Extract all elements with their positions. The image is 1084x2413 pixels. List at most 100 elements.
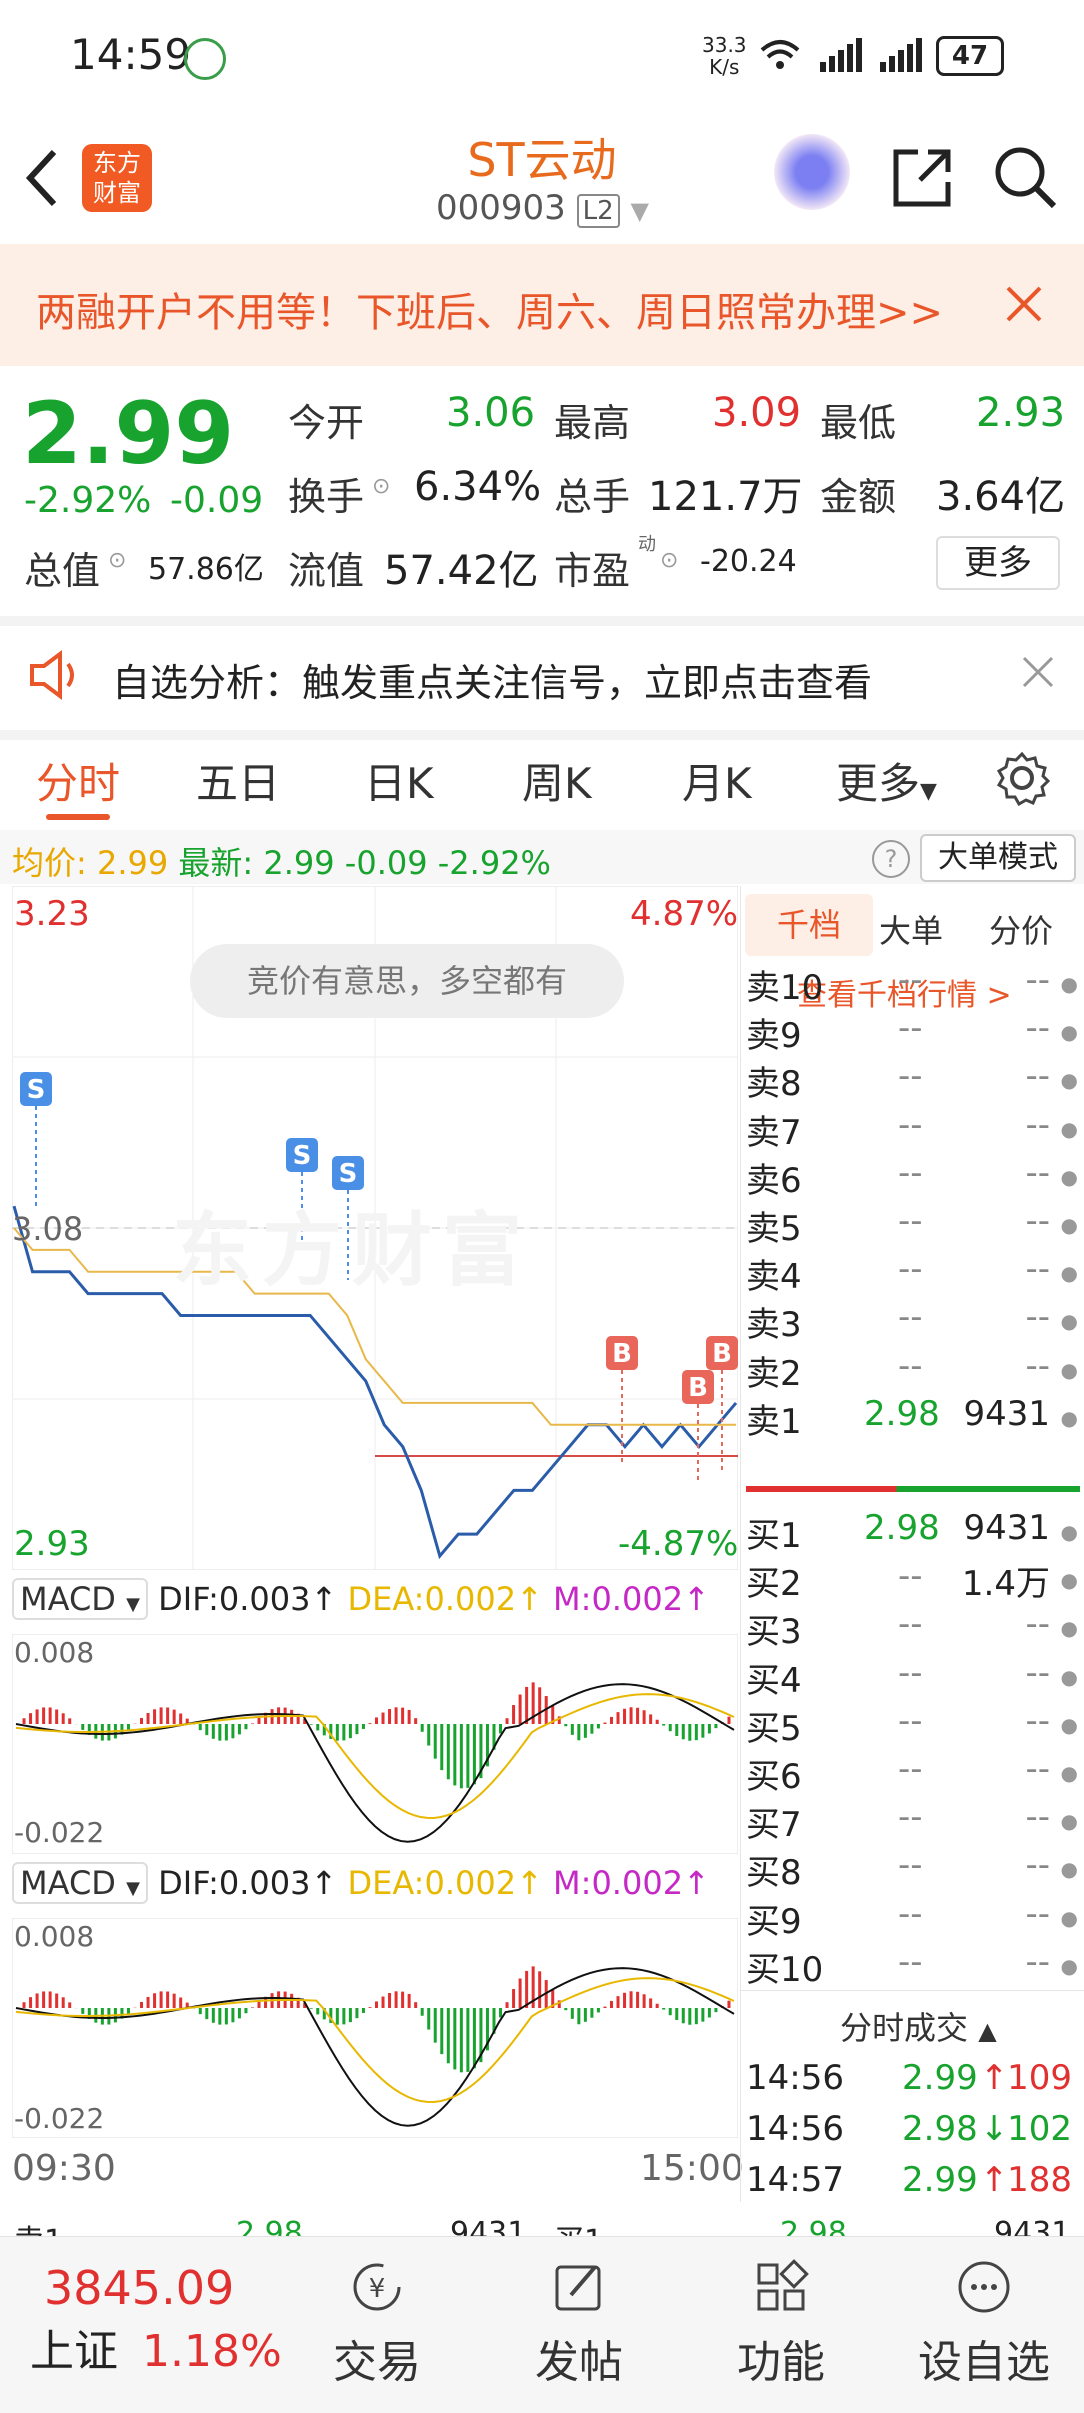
tab-big-orders[interactable]: 大单 [879,906,943,952]
time-end-label: 15:00 [640,2148,744,2189]
macd-bar [636,1708,639,1724]
add-watchlist-button[interactable]: 设自选 [914,2259,1054,2390]
tab-monthly-k[interactable]: 月K [682,750,752,811]
macd-bar [656,2004,659,2008]
close-icon[interactable] [1004,284,1044,324]
macd-bar [682,1724,685,1739]
macd-bar [349,2008,352,2022]
watermark: 东方财富 [172,1186,532,1302]
close-icon[interactable] [1022,656,1054,688]
assistant-robot-icon[interactable] [774,134,850,210]
gear-icon[interactable] [994,750,1050,806]
info-icon[interactable]: ⊙ [660,548,678,573]
info-icon[interactable]: ⊙ [372,474,390,499]
info-icon[interactable]: ⊙ [108,548,126,573]
macd-bar [603,1723,606,1724]
stock-code[interactable]: 000903 L2 ▼ [436,188,649,228]
index-pct: 1.18% [142,2326,282,2377]
tab-five-day[interactable]: 五日 [196,750,280,811]
macd-bar [453,2008,456,2069]
battery-icon: 47 [936,36,1004,76]
view-thousand-levels-link[interactable]: 查看千档行情 > [797,970,1012,1014]
macd-bar [205,1724,208,1735]
post-button[interactable]: 发帖 [524,2259,634,2390]
price-legend: 均价: 2.99 最新: 2.99 -0.09 -2.92% ? 大单模式 [0,830,1084,884]
macd-bar [434,2008,437,2043]
macd-bar [153,1993,156,2008]
macd-bar [597,1724,600,1728]
trades-panel: 分时成交 ▲ [740,1990,1084,2211]
macd-bar [701,2008,704,2022]
promo-banner[interactable]: 两融开户不用等！下班后、周六、周日照常办理>> [0,244,1084,366]
share-icon[interactable] [890,146,954,210]
macd-bar [42,1707,45,1724]
macd-bar [512,1705,515,1724]
tab-price-distribution[interactable]: 分价 [989,906,1053,952]
macd-selector[interactable]: MACD ▼ [12,1862,148,1904]
trades-title[interactable]: 分时成交 ▲ [840,2003,997,2049]
search-icon[interactable] [992,144,1058,210]
macd-bar [662,1724,665,1726]
ticker-sell1-vol: 9431 [450,2216,526,2238]
macd-bar [447,2008,450,2063]
macd-bar [669,2008,672,2015]
help-icon[interactable]: ? [872,840,910,878]
macd-bar [349,1724,352,1738]
macd-bar [62,1997,65,2008]
macd-bar [421,1724,424,1732]
ticker-buy1-label: 买1 [554,2216,603,2238]
macd-bar [258,1718,261,1724]
svg-text:¥: ¥ [369,2274,386,2304]
macd-bar [49,1991,52,2008]
latest-change: -0.09 [345,844,428,882]
tab-weekly-k[interactable]: 周K [522,750,592,811]
auction-bubble[interactable]: 竞价有意思，多空都有 [190,944,624,1018]
macd-bar [538,1971,541,2008]
intraday-chart[interactable]: SSSBBB 东方财富 3.23 4.87% 3.08 2.93 -4.87% … [12,886,738,1570]
ticker-strip: 卖1 2.98 9431 买1 2.98 9431 [0,2208,1084,2238]
macd-bar [36,1709,39,1724]
macd-bar [727,1717,730,1724]
trade-button[interactable]: ¥ 交易 [322,2259,432,2390]
bottom-toolbar: 3845.09 上证 1.18% ¥ 交易 发帖 功能 设自选 [0,2236,1084,2413]
macd-bar [564,2008,567,2010]
macd-bottom-label: -0.022 [14,2102,104,2135]
macd-bar [506,2002,509,2008]
macd-bar [636,1992,639,2008]
macd-bar [466,2008,469,2072]
big-order-mode-button[interactable]: 大单模式 [920,834,1076,882]
tab-daily-k[interactable]: 日K [364,750,434,811]
macd-bar [453,1724,456,1785]
macd-bar [603,2007,606,2008]
tab-timeshare[interactable]: 分时 [36,750,120,811]
time-start-label: 09:30 [12,2148,116,2189]
top-header: 东方财富 ST云动 000903 L2 ▼ [0,110,1084,245]
quote-panel: 2.99 -2.92% -0.09 今开 3.06 最高 3.09 最低 2.9… [0,366,1084,616]
macd-bar [643,1710,646,1724]
macd-bar [342,1724,345,1740]
macd-bar [388,1709,391,1724]
status-time: 14:59 [70,30,191,79]
macd-bar [499,2008,502,2017]
macd-bar [590,2008,593,2018]
tab-more[interactable]: 更多▼ [836,750,937,811]
macd-bar [408,1994,411,2008]
macd-bar [251,1723,254,1724]
macd-bar [427,1724,430,1746]
mktcap-value: 57.86亿 [148,544,264,588]
index-widget[interactable]: 3845.09 上证 1.18% [30,2261,282,2379]
mktcap-label: 总值 [24,540,100,595]
macd-bar [590,1724,593,1734]
tab-thousand-levels[interactable]: 千档 [745,894,873,956]
macd-bar [166,1992,169,2008]
macd-bar [473,2008,476,2068]
macd-bar [512,1989,515,2008]
macd-bar [173,1994,176,2008]
app-status-icon [184,38,226,80]
macd-bar [81,2008,84,2014]
analysis-notice[interactable]: 自选分析：触发重点关注信号，立即点击查看 [0,616,1084,740]
more-button[interactable]: 更多 [936,536,1060,590]
index-value: 3845.09 [44,2261,282,2315]
functions-button[interactable]: 功能 [726,2259,836,2390]
macd-selector[interactable]: MACD ▼ [12,1578,148,1620]
